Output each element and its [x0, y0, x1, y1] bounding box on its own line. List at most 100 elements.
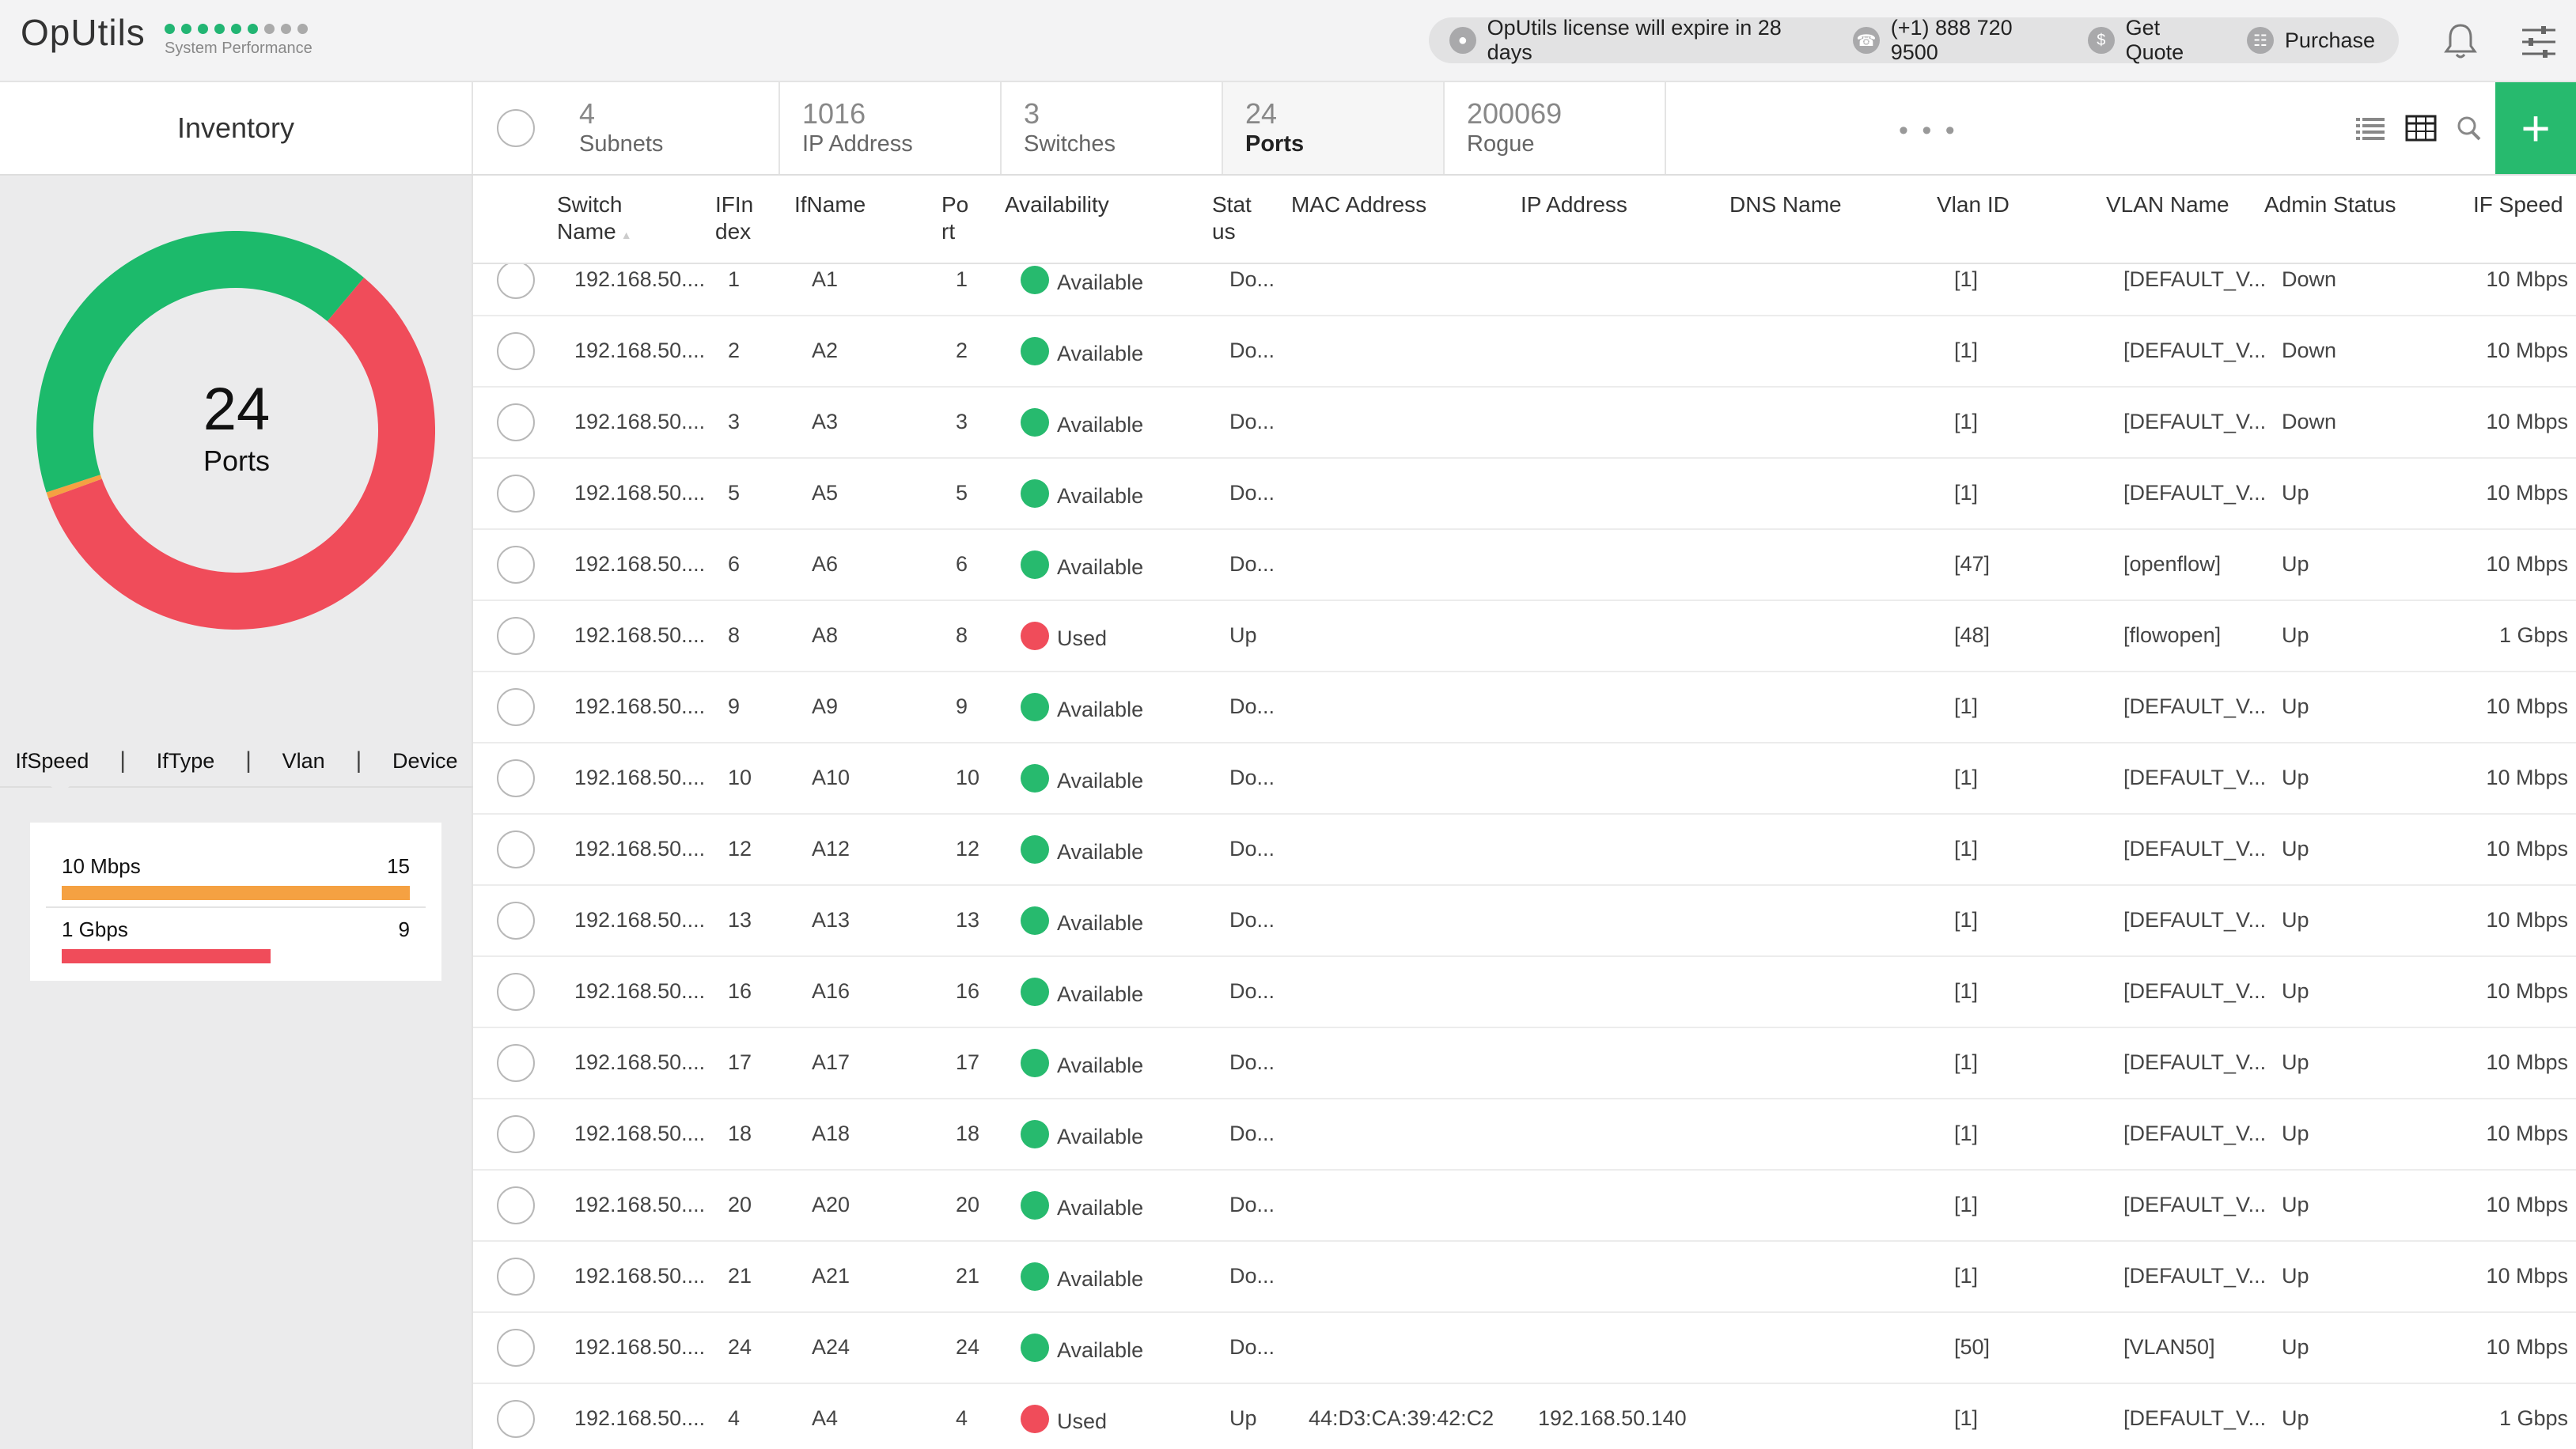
vlan-id-cell: [1]: [1954, 766, 1978, 790]
system-performance-label[interactable]: System Performance: [165, 40, 313, 58]
row-select-checkbox[interactable]: [497, 1115, 535, 1153]
vlan-id-cell: [47]: [1954, 552, 1990, 577]
column-header-if-speed[interactable]: IF Speed: [2473, 191, 2563, 218]
column-header-switch-name[interactable]: Switch Name▲: [557, 191, 632, 248]
row-select-checkbox[interactable]: [497, 546, 535, 584]
status-cell: Up: [1229, 1406, 1257, 1431]
row-select-checkbox[interactable]: [497, 403, 535, 441]
subtab-iftype[interactable]: IfType: [157, 749, 215, 774]
column-header-vlan-id[interactable]: Vlan ID: [1937, 191, 2010, 218]
available-status-dot: [1021, 693, 1049, 721]
table-row[interactable]: 192.168.50....8A88UsedUp[48][flowopen]Up…: [473, 601, 2576, 672]
table-view-icon[interactable]: [2405, 114, 2437, 142]
table-row[interactable]: 192.168.50....20A2020AvailableDo...[1][D…: [473, 1171, 2576, 1242]
sort-arrow-icon[interactable]: ▲: [621, 229, 632, 241]
more-tabs-button[interactable]: • • •: [1899, 115, 1958, 146]
tab-ports[interactable]: 24 Ports: [1223, 82, 1445, 174]
list-view-icon[interactable]: [2354, 114, 2386, 142]
row-select-checkbox[interactable]: [497, 759, 535, 797]
add-button[interactable]: +: [2495, 82, 2576, 174]
if-speed-cell: 10 Mbps: [2486, 552, 2568, 577]
table-row[interactable]: 192.168.50....4A44UsedUp44:D3:CA:39:42:C…: [473, 1384, 2576, 1449]
if-speed-cell: 1 Gbps: [2499, 1406, 2568, 1431]
license-notice[interactable]: ● OpUtils license will expire in 28 days: [1449, 16, 1829, 65]
header-text-line2: us: [1212, 218, 1252, 245]
select-all-checkbox[interactable]: [497, 109, 535, 147]
column-header-dns-name[interactable]: DNS Name: [1729, 191, 1842, 218]
column-header-admin-status[interactable]: Admin Status: [2264, 191, 2396, 218]
row-select-checkbox[interactable]: [497, 617, 535, 655]
row-select-checkbox[interactable]: [497, 1258, 535, 1296]
ifindex-cell: 21: [728, 1264, 752, 1288]
subtab-vlan[interactable]: Vlan: [282, 749, 325, 774]
search-icon[interactable]: [2454, 114, 2486, 142]
stat-row-10mbps[interactable]: 10 Mbps 15: [62, 854, 410, 879]
table-row[interactable]: 192.168.50....16A1616AvailableDo...[1][D…: [473, 957, 2576, 1028]
row-select-checkbox[interactable]: [497, 830, 535, 868]
vlan-id-cell: [1]: [1954, 1122, 1978, 1146]
row-select-checkbox[interactable]: [497, 1329, 535, 1367]
tab-count: 1016: [802, 98, 1000, 130]
column-header-ifname[interactable]: IfName: [794, 191, 866, 218]
column-header-ifindex[interactable]: IFIn dex: [715, 191, 753, 245]
tab-switches[interactable]: 3 Switches: [1002, 82, 1223, 174]
available-status-dot: [1021, 1334, 1049, 1362]
header-text: Switch: [557, 191, 632, 218]
if-speed-cell: 10 Mbps: [2486, 766, 2568, 790]
ifindex-cell: 3: [728, 410, 740, 434]
column-header-status[interactable]: Stat us: [1212, 191, 1252, 245]
vlan-id-cell: [1]: [1954, 410, 1978, 434]
row-select-checkbox[interactable]: [497, 1044, 535, 1082]
row-select-checkbox[interactable]: [497, 264, 535, 299]
table-row[interactable]: 192.168.50....9A99AvailableDo...[1][DEFA…: [473, 672, 2576, 743]
row-select-checkbox[interactable]: [497, 1186, 535, 1224]
perf-dot: [231, 24, 241, 34]
if-speed-cell: 10 Mbps: [2486, 1264, 2568, 1288]
table-row[interactable]: 192.168.50....10A1010AvailableDo...[1][D…: [473, 743, 2576, 815]
port-cell: 10: [956, 766, 979, 790]
table-row[interactable]: 192.168.50....13A1313AvailableDo...[1][D…: [473, 886, 2576, 957]
tab-subnets[interactable]: 4 Subnets: [557, 82, 780, 174]
column-header-vlan-name[interactable]: VLAN Name: [2106, 191, 2229, 218]
ifname-cell: A21: [812, 1264, 850, 1288]
phone-link[interactable]: ☎ (+1) 888 720 9500: [1853, 16, 2064, 65]
column-header-port[interactable]: Po rt: [941, 191, 968, 245]
row-select-checkbox[interactable]: [497, 475, 535, 513]
stat-row-1gbps[interactable]: 1 Gbps 9: [62, 917, 410, 942]
availability-cell: Available: [1057, 555, 1143, 580]
bell-icon[interactable]: [2438, 19, 2483, 63]
table-row[interactable]: 192.168.50....17A1717AvailableDo...[1][D…: [473, 1028, 2576, 1099]
vlan-name-cell: [DEFAULT_V...: [2123, 1122, 2266, 1146]
get-quote-link[interactable]: $ Get Quote: [2088, 16, 2223, 65]
table-row[interactable]: 192.168.50....21A2121AvailableDo...[1][D…: [473, 1242, 2576, 1313]
table-row[interactable]: 192.168.50....1A11AvailableDo...[1][DEFA…: [473, 264, 2576, 316]
table-row[interactable]: 192.168.50....18A1818AvailableDo...[1][D…: [473, 1099, 2576, 1171]
switch-name-cell: 192.168.50....: [574, 1406, 705, 1431]
settings-sliders-icon[interactable]: [2519, 22, 2559, 62]
column-header-availability[interactable]: Availability: [1005, 191, 1109, 218]
row-select-checkbox[interactable]: [497, 1400, 535, 1438]
row-select-checkbox[interactable]: [497, 688, 535, 726]
subtab-ifspeed[interactable]: IfSpeed: [15, 749, 89, 774]
table-row[interactable]: 192.168.50....5A55AvailableDo...[1][DEFA…: [473, 459, 2576, 530]
row-select-checkbox[interactable]: [497, 902, 535, 940]
purchase-link[interactable]: ☷ Purchase: [2247, 27, 2375, 54]
column-header-ip-address[interactable]: IP Address: [1521, 191, 1627, 218]
if-speed-cell: 10 Mbps: [2486, 267, 2568, 292]
table-row[interactable]: 192.168.50....3A33AvailableDo...[1][DEFA…: [473, 388, 2576, 459]
row-select-checkbox[interactable]: [497, 332, 535, 370]
phone-number: (+1) 888 720 9500: [1891, 16, 2064, 65]
app-logo[interactable]: OpUtils: [21, 11, 146, 54]
tab-ip-address[interactable]: 1016 IP Address: [780, 82, 1002, 174]
table-row[interactable]: 192.168.50....2A22AvailableDo...[1][DEFA…: [473, 316, 2576, 388]
inventory-title: Inventory: [0, 82, 473, 174]
column-header-mac-address[interactable]: MAC Address: [1291, 191, 1426, 218]
subtab-device[interactable]: Device: [392, 749, 458, 774]
table-row[interactable]: 192.168.50....12A1212AvailableDo...[1][D…: [473, 815, 2576, 886]
switch-name-cell: 192.168.50....: [574, 481, 705, 505]
table-row[interactable]: 192.168.50....24A2424AvailableDo...[50][…: [473, 1313, 2576, 1384]
tab-rogue[interactable]: 200069 Rogue: [1445, 82, 1666, 174]
ifname-cell: A3: [812, 410, 838, 434]
row-select-checkbox[interactable]: [497, 973, 535, 1011]
table-row[interactable]: 192.168.50....6A66AvailableDo...[47][ope…: [473, 530, 2576, 601]
